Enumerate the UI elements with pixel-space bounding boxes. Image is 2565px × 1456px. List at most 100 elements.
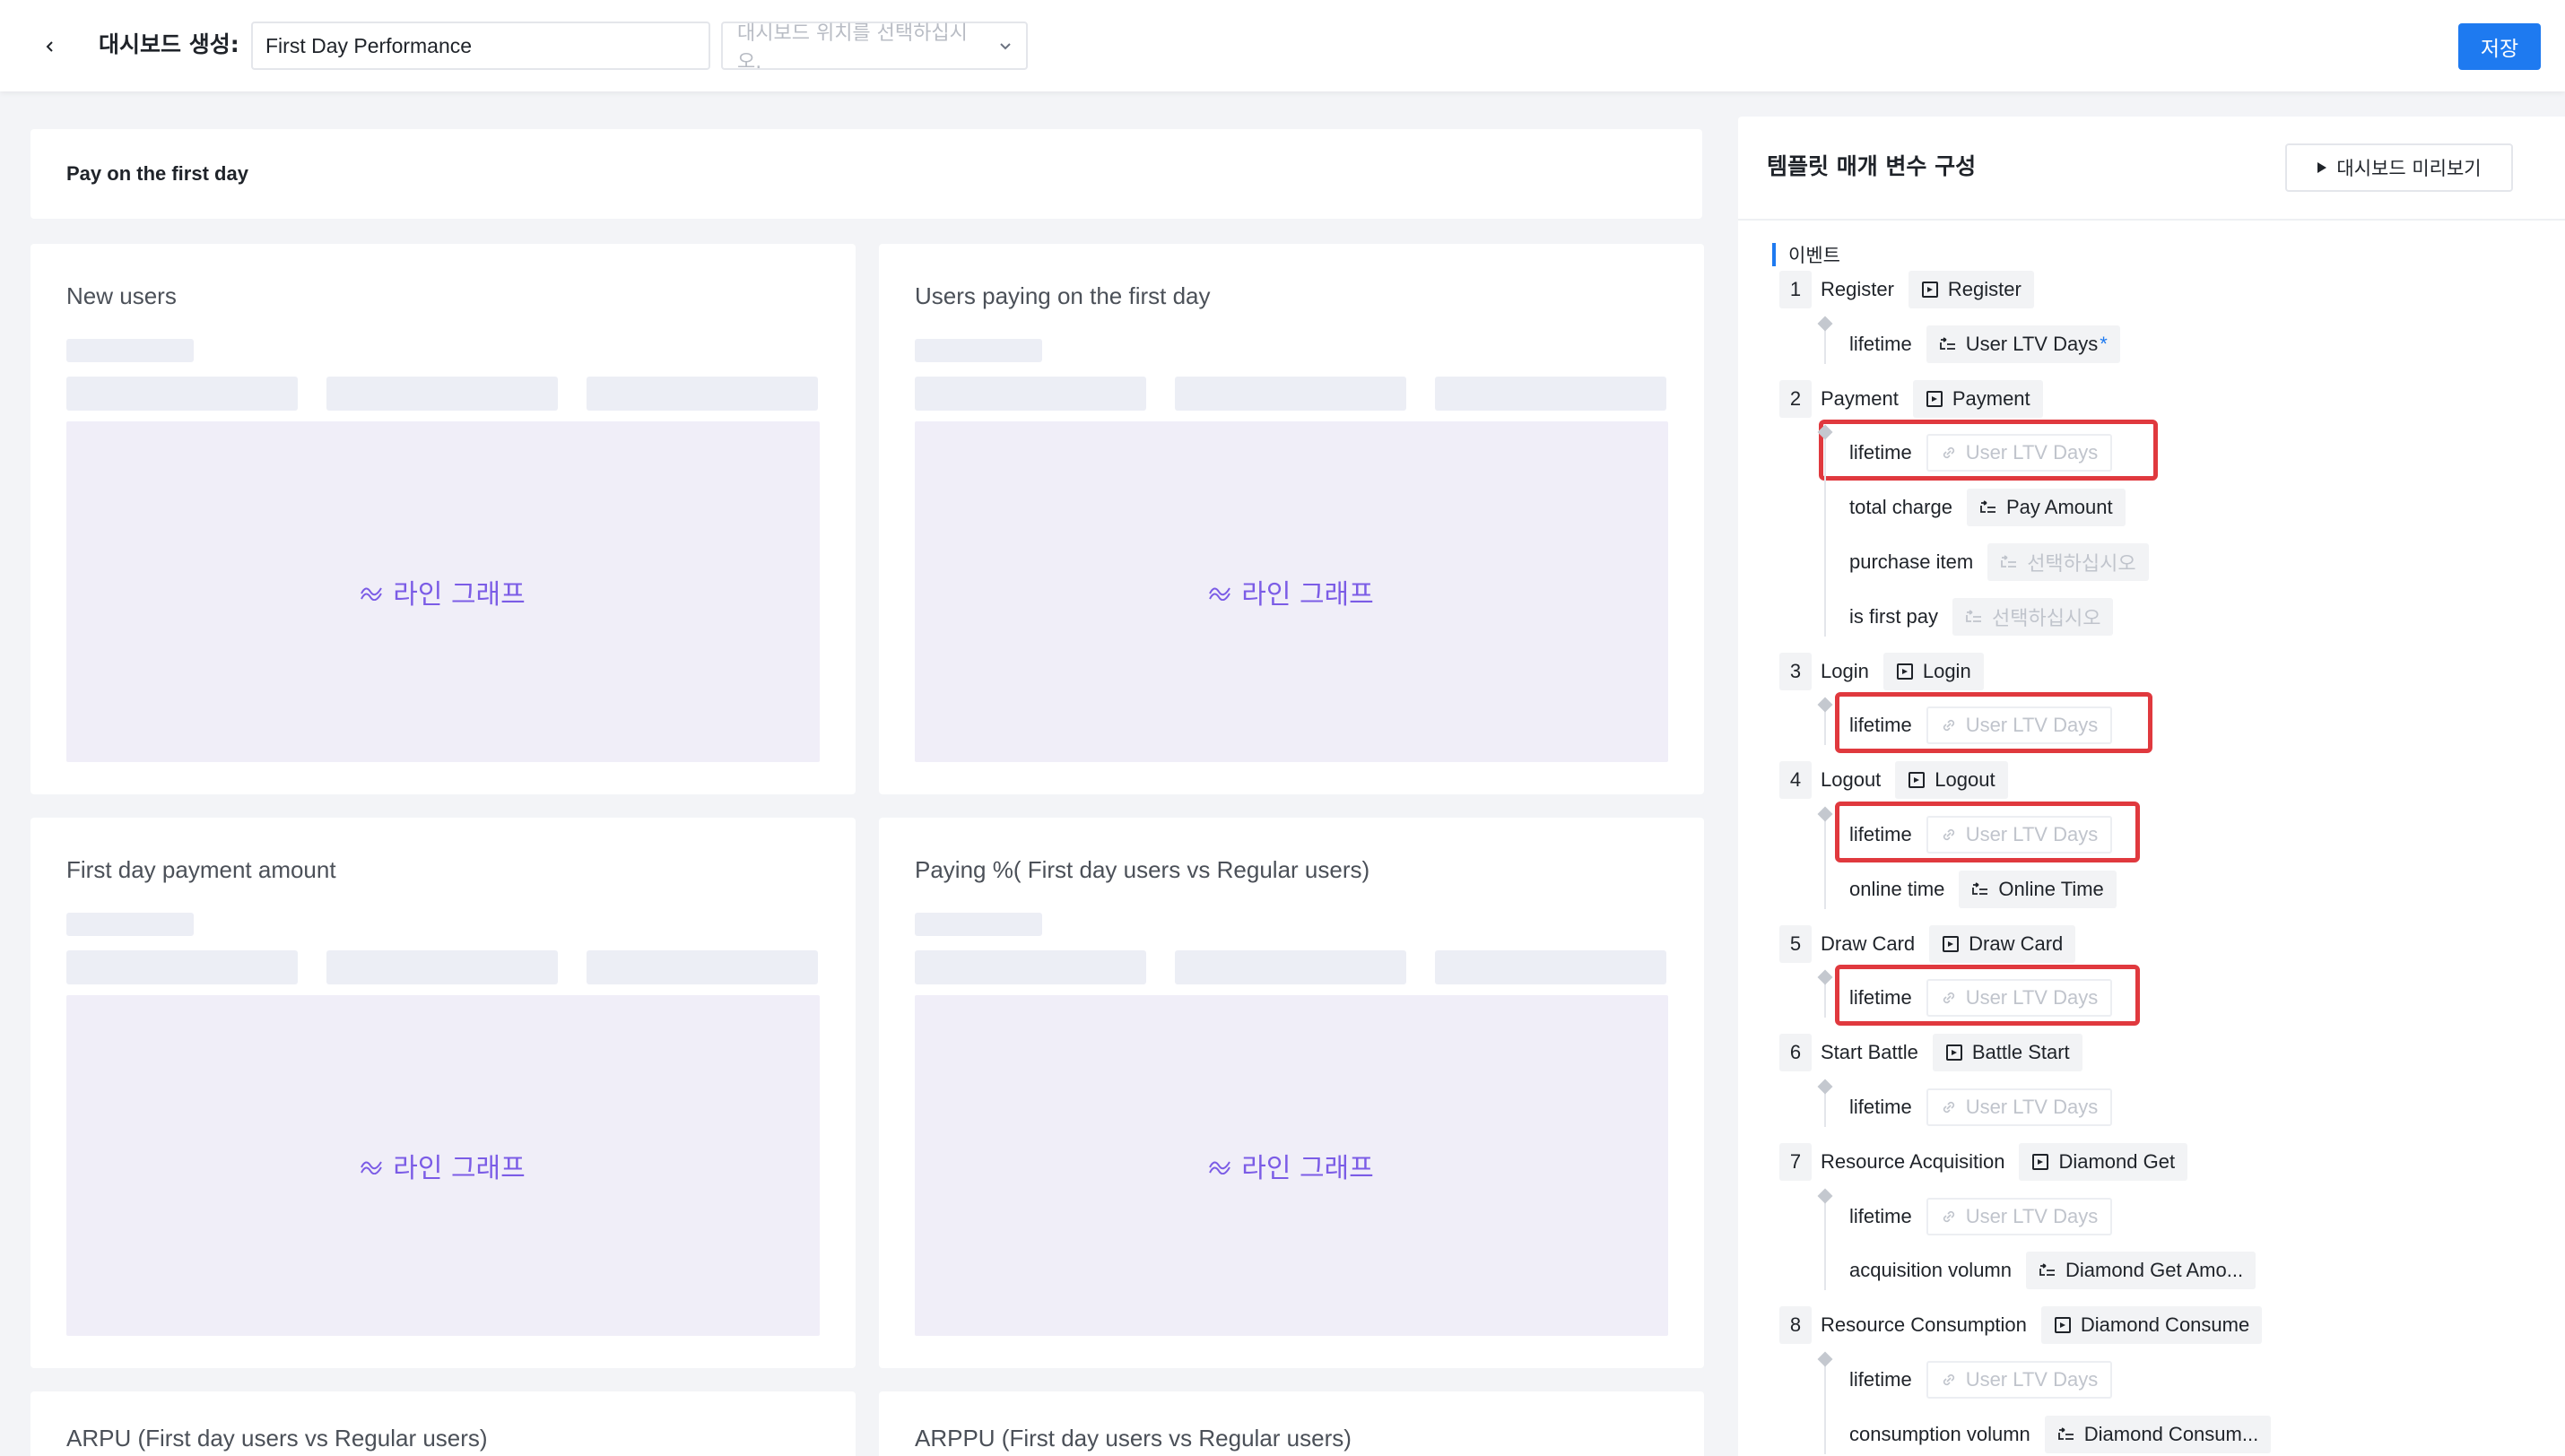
event-select[interactable]: Login [1882,652,1984,690]
card-title: Users paying on the first day [915,282,1211,309]
line-chart-icon [361,587,383,601]
param-select-label: Diamond Get Amo... [2065,1259,2244,1282]
param-select[interactable]: User LTV Days [1926,1197,2113,1235]
param-row: lifetime User LTV Days [1849,1196,2113,1237]
section-header: Pay on the first day [30,129,1702,219]
chart-placeholder: 라인 그래프 [915,995,1668,1336]
param-select-label: 선택하십시오 [1992,606,2101,629]
param-name: total charge [1849,496,1952,519]
card-title: ARPU (First day users vs Regular users) [66,1425,488,1452]
card-title: First day payment amount [66,856,336,883]
tree-connector [1824,809,1826,909]
event-row: 4 Logout Logout [1779,759,2008,801]
event-icon [2031,1153,2049,1171]
field-icon [1979,500,1997,515]
skeleton-bar [326,377,558,411]
event-select-label: Diamond Consume [2080,1313,2250,1337]
tree-connector [1824,1354,1826,1454]
chart-card[interactable]: Paying %( First day users vs Regular use… [879,818,1704,1368]
chevron-down-icon [999,37,1012,56]
param-select[interactable]: User LTV Days [1926,1088,2113,1126]
param-select[interactable]: Diamond Consum... [2044,1415,2272,1453]
preview-label: 대시보드 미리보기 [2336,158,2482,179]
skeleton-bar [915,377,1146,411]
link-icon [1941,1099,1957,1115]
event-index: 6 [1779,1034,1812,1072]
param-select-label: 선택하십시오 [2027,552,2136,575]
param-select[interactable]: Pay Amount [1966,489,2126,527]
event-select[interactable]: Diamond Consume [2040,1306,2263,1345]
chart-placeholder: 라인 그래프 [66,421,820,762]
param-select-label: Online Time [1998,877,2104,900]
param-row: acquisition volumn Diamond Get Amo... [1849,1250,2256,1291]
event-name: Register [1821,278,1894,300]
chart-card[interactable]: Users paying on the first day 라인 그래프 [879,244,1704,794]
chart-card[interactable]: ARPPU (First day users vs Regular users) [879,1391,1704,1456]
param-row: lifetime User LTV Days [1849,1087,2113,1128]
save-button[interactable]: 저장 [2458,23,2541,70]
event-select[interactable]: Payment [1912,379,2043,418]
field-icon [1965,610,1983,624]
event-select-label: Battle Start [1971,1041,2070,1064]
dashboard-preview-button[interactable]: 대시보드 미리보기 [2285,143,2513,192]
tree-node-diamond [1817,1351,1833,1367]
param-select[interactable]: Online Time [1959,870,2117,908]
param-select[interactable]: User LTV Days * [1926,325,2120,363]
event-index: 5 [1779,924,1812,963]
skeleton-bar [1435,950,1666,984]
event-select[interactable]: Battle Start [1932,1034,2082,1072]
param-select[interactable]: User LTV Days [1926,1361,2113,1399]
param-select-label: Diamond Consum... [2083,1422,2259,1445]
skeleton-bar [66,377,298,411]
line-chart-icon [361,1161,383,1174]
accent-bar [1772,243,1776,266]
panel-header: 템플릿 매개 변수 구성 대시보드 미리보기 [1738,117,2565,221]
param-select[interactable]: Diamond Get Amo... [2025,1252,2256,1290]
param-row: lifetime User LTV Days * [1849,324,2120,365]
highlight-box [1835,802,2140,862]
param-row: purchase item 선택하십시오 [1849,542,2149,583]
tree-node-diamond [1817,1079,1833,1095]
event-name: Payment [1821,386,1899,410]
event-row: 7 Resource Acquisition Diamond Get [1779,1141,2188,1183]
play-icon [2317,162,2327,173]
event-select[interactable]: Register [1908,271,2034,308]
event-row: 6 Start Battle Battle Start [1779,1032,2082,1073]
param-select-label: User LTV Days [1965,1204,2099,1227]
link-icon [1941,1372,1957,1388]
chart-card[interactable]: First day payment amount 라인 그래프 [30,818,856,1368]
chart-card[interactable]: New users 라인 그래프 [30,244,856,794]
event-select-label: Logout [1935,768,1995,792]
event-icon [1896,663,1914,680]
event-icon [1942,935,1960,953]
chart-card[interactable]: ARPU (First day users vs Regular users) [30,1391,856,1456]
top-bar: 대시보드 생성: 대시보드 위치를 선택하십시오. 저장 [0,0,2565,91]
events-heading-label: 이벤트 [1788,245,1840,266]
event-select[interactable]: Logout [1895,761,2008,800]
required-mark: * [2100,332,2108,355]
event-row: 3 Login Login [1779,651,1984,692]
chart-placeholder-label: 라인 그래프 [393,1153,526,1184]
chart-placeholder: 라인 그래프 [915,421,1668,762]
param-select-label: User LTV Days [1965,1368,2099,1391]
event-select[interactable]: Diamond Get [2019,1142,2188,1181]
param-select[interactable]: 선택하십시오 [1952,597,2114,636]
skeleton-bar [915,913,1042,936]
param-select[interactable]: 선택하십시오 [1987,543,2149,581]
dashboard-location-select[interactable]: 대시보드 위치를 선택하십시오. [721,22,1028,74]
skeleton-bar [915,950,1146,984]
skeleton-bar [66,950,298,984]
event-select[interactable]: Draw Card [1929,924,2076,963]
event-icon [1945,1044,1963,1062]
dashboard-name-input[interactable] [251,22,710,70]
skeleton-bar [66,339,194,362]
tree-node-diamond [1817,1188,1833,1204]
param-name: online time [1849,877,1945,900]
skeleton-bar [1175,377,1406,411]
back-button[interactable] [32,29,68,65]
skeleton-bar [326,950,558,984]
skeleton-bar [1175,950,1406,984]
param-select-label: User LTV Days [1965,1096,2099,1118]
tree-node-diamond [1817,969,1833,985]
tree-node-diamond [1817,806,1833,822]
